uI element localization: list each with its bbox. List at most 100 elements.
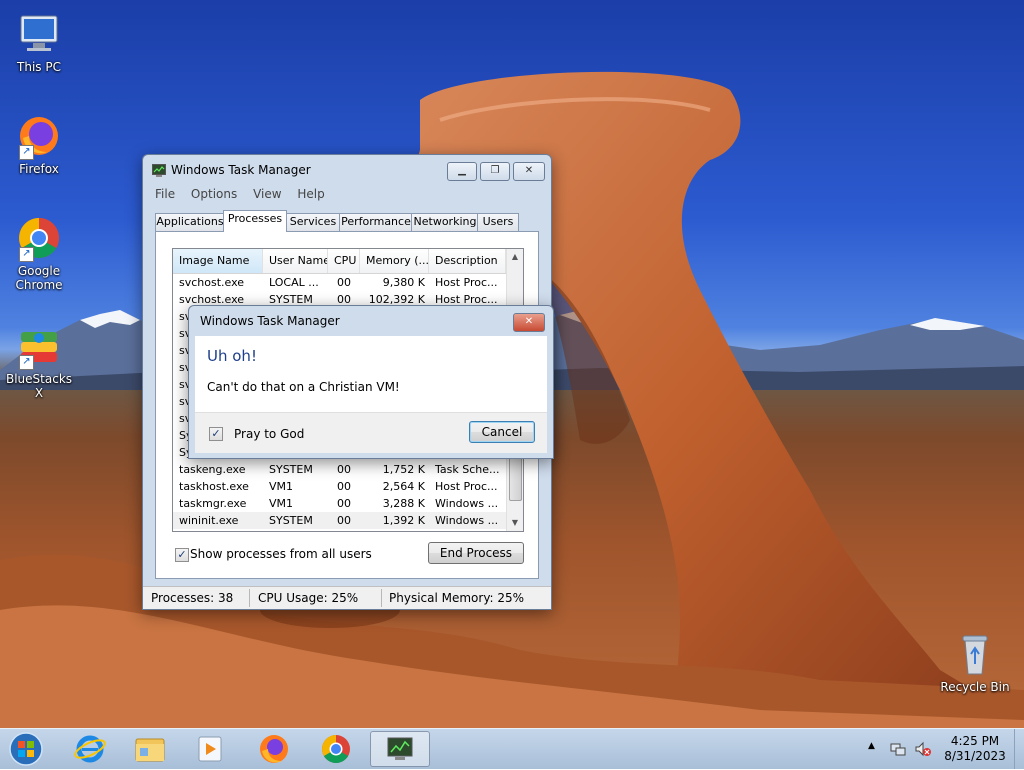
dialog-titlebar[interactable]: Windows Task Manager ✕ bbox=[189, 306, 553, 336]
table-cell: 00 bbox=[337, 463, 351, 476]
clock-time: 4:25 PM bbox=[950, 734, 1000, 748]
table-cell: 1,392 K bbox=[382, 514, 425, 527]
chrome-icon: ↗ bbox=[15, 214, 63, 262]
table-cell: LOCAL ... bbox=[269, 276, 319, 289]
status-physical-memory: Physical Memory: 25% bbox=[389, 591, 525, 605]
tab-applications[interactable]: Applications bbox=[155, 213, 225, 231]
dialog-content: Uh oh! Can't do that on a Christian VM! bbox=[195, 336, 547, 412]
tab-users[interactable]: Users bbox=[477, 213, 519, 231]
dialog-message: Can't do that on a Christian VM! bbox=[207, 380, 400, 394]
taskbar: ▲ 4:25 PM 8/31/2023 bbox=[0, 728, 1024, 769]
desktop-icon-this-pc[interactable]: This PC bbox=[4, 10, 74, 74]
table-cell: 00 bbox=[337, 497, 351, 510]
desktop-icon-label: Firefox bbox=[19, 162, 59, 176]
show-all-users-checkbox[interactable]: ✓ bbox=[175, 548, 189, 562]
volume-muted-icon[interactable] bbox=[914, 741, 932, 757]
table-cell: taskhost.exe bbox=[179, 480, 249, 493]
tab-services[interactable]: Services bbox=[285, 213, 341, 231]
status-cpu-usage: CPU Usage: 25% bbox=[258, 591, 359, 605]
taskbar-chrome[interactable] bbox=[306, 731, 366, 767]
table-cell: 1,752 K bbox=[382, 463, 425, 476]
table-cell: Windows ... bbox=[435, 514, 499, 527]
shortcut-arrow-icon: ↗ bbox=[19, 355, 34, 370]
clock-date: 8/31/2023 bbox=[944, 749, 1006, 763]
minimize-button[interactable]: ▁ bbox=[447, 162, 477, 181]
tab-processes[interactable]: Processes bbox=[223, 210, 287, 232]
table-cell: 2,564 K bbox=[382, 480, 425, 493]
desktop-icon-google-chrome[interactable]: ↗ Google Chrome bbox=[4, 214, 74, 292]
bluestacks-icon: ↗ bbox=[15, 322, 63, 370]
desktop-icon-label: Google Chrome bbox=[15, 264, 63, 292]
network-icon[interactable] bbox=[890, 741, 906, 757]
menu-file[interactable]: File bbox=[149, 185, 181, 203]
desktop-icon-bluestacks[interactable]: ↗ BlueStacks X bbox=[4, 322, 74, 400]
table-row[interactable]: wininit.exe SYSTEM 00 1,392 K Windows ... bbox=[173, 512, 506, 529]
internet-explorer-icon bbox=[74, 735, 106, 763]
table-cell: VM1 bbox=[269, 497, 294, 510]
show-hidden-icons-button[interactable]: ▲ bbox=[868, 741, 875, 751]
table-cell: svchost.exe bbox=[179, 276, 245, 289]
scroll-up-arrow-icon[interactable]: ▲ bbox=[507, 249, 523, 265]
table-cell: Host Proc... bbox=[435, 480, 498, 493]
pray-to-god-label: Pray to God bbox=[234, 427, 305, 441]
table-row[interactable]: taskeng.exe SYSTEM 00 1,752 K Task Sche... bbox=[173, 461, 506, 478]
tab-networking[interactable]: Networking bbox=[411, 213, 479, 231]
end-process-button[interactable]: End Process bbox=[428, 542, 524, 564]
column-header-memory[interactable]: Memory (... bbox=[360, 249, 429, 273]
taskbar-media-player[interactable] bbox=[180, 731, 240, 767]
dialog-close-button[interactable]: ✕ bbox=[513, 313, 545, 332]
shortcut-arrow-icon: ↗ bbox=[19, 145, 34, 160]
table-cell: Host Proc... bbox=[435, 276, 498, 289]
cancel-button[interactable]: Cancel bbox=[469, 421, 535, 443]
system-clock[interactable]: 4:25 PM 8/31/2023 bbox=[940, 734, 1010, 764]
desktop-icon-label: This PC bbox=[17, 60, 61, 74]
taskbar-task-manager[interactable] bbox=[370, 731, 430, 767]
pray-to-god-checkbox[interactable]: ✓ bbox=[209, 427, 223, 441]
desktop-icon-recycle-bin[interactable]: Recycle Bin bbox=[940, 630, 1010, 694]
table-cell: SYSTEM bbox=[269, 463, 313, 476]
menu-options[interactable]: Options bbox=[185, 185, 243, 203]
table-cell: 00 bbox=[337, 514, 351, 527]
table-cell: taskeng.exe bbox=[179, 463, 246, 476]
column-header-description[interactable]: Description bbox=[429, 249, 506, 273]
task-manager-titlebar[interactable]: Windows Task Manager ▁ ❐ ✕ bbox=[143, 155, 551, 185]
menu-view[interactable]: View bbox=[247, 185, 287, 203]
status-bar: Processes: 38 CPU Usage: 25% Physical Me… bbox=[143, 586, 551, 609]
error-dialog[interactable]: Windows Task Manager ✕ Uh oh! Can't do t… bbox=[188, 305, 554, 459]
taskbar-internet-explorer[interactable] bbox=[60, 731, 120, 767]
firefox-icon bbox=[260, 735, 288, 763]
table-cell: 9,380 K bbox=[382, 276, 425, 289]
show-all-users-label: Show processes from all users bbox=[190, 547, 372, 561]
restore-button[interactable]: ❐ bbox=[480, 162, 510, 181]
status-processes: Processes: 38 bbox=[151, 591, 234, 605]
menu-help[interactable]: Help bbox=[291, 185, 330, 203]
recycle-bin-icon bbox=[951, 630, 999, 678]
tab-performance[interactable]: Performance bbox=[339, 213, 413, 231]
show-desktop-button[interactable] bbox=[1014, 729, 1024, 769]
table-cell: SYSTEM bbox=[269, 514, 313, 527]
desktop-icon-firefox[interactable]: ↗ Firefox bbox=[4, 112, 74, 176]
scroll-down-arrow-icon[interactable]: ▼ bbox=[507, 515, 523, 531]
taskbar-file-explorer[interactable] bbox=[120, 731, 180, 767]
desktop-icon-label: BlueStacks X bbox=[5, 372, 73, 400]
table-cell: Windows ... bbox=[435, 497, 499, 510]
table-row[interactable]: taskhost.exe VM1 00 2,564 K Host Proc... bbox=[173, 478, 506, 495]
folder-icon bbox=[135, 738, 165, 762]
close-button[interactable]: ✕ bbox=[513, 162, 545, 181]
taskbar-firefox[interactable] bbox=[244, 731, 304, 767]
process-list-header: Image Name ^ User Name CPU Memory (... D… bbox=[173, 249, 506, 274]
table-cell: VM1 bbox=[269, 480, 294, 493]
column-header-cpu[interactable]: CPU bbox=[328, 249, 360, 273]
column-header-user-name[interactable]: User Name bbox=[263, 249, 328, 273]
sort-ascending-icon: ^ bbox=[213, 248, 219, 254]
firefox-icon: ↗ bbox=[15, 112, 63, 160]
start-button[interactable] bbox=[6, 731, 46, 767]
table-cell: 00 bbox=[337, 480, 351, 493]
table-row[interactable]: taskmgr.exe VM1 00 3,288 K Windows ... bbox=[173, 495, 506, 512]
windows-start-icon bbox=[9, 732, 43, 766]
desktop-icon-label: Recycle Bin bbox=[940, 680, 1010, 694]
table-row[interactable]: svchost.exe LOCAL ... 00 9,380 K Host Proc..… bbox=[173, 274, 506, 291]
table-cell: Task Sche... bbox=[435, 463, 500, 476]
task-manager-icon bbox=[387, 737, 413, 760]
window-title: Windows Task Manager bbox=[171, 163, 311, 177]
